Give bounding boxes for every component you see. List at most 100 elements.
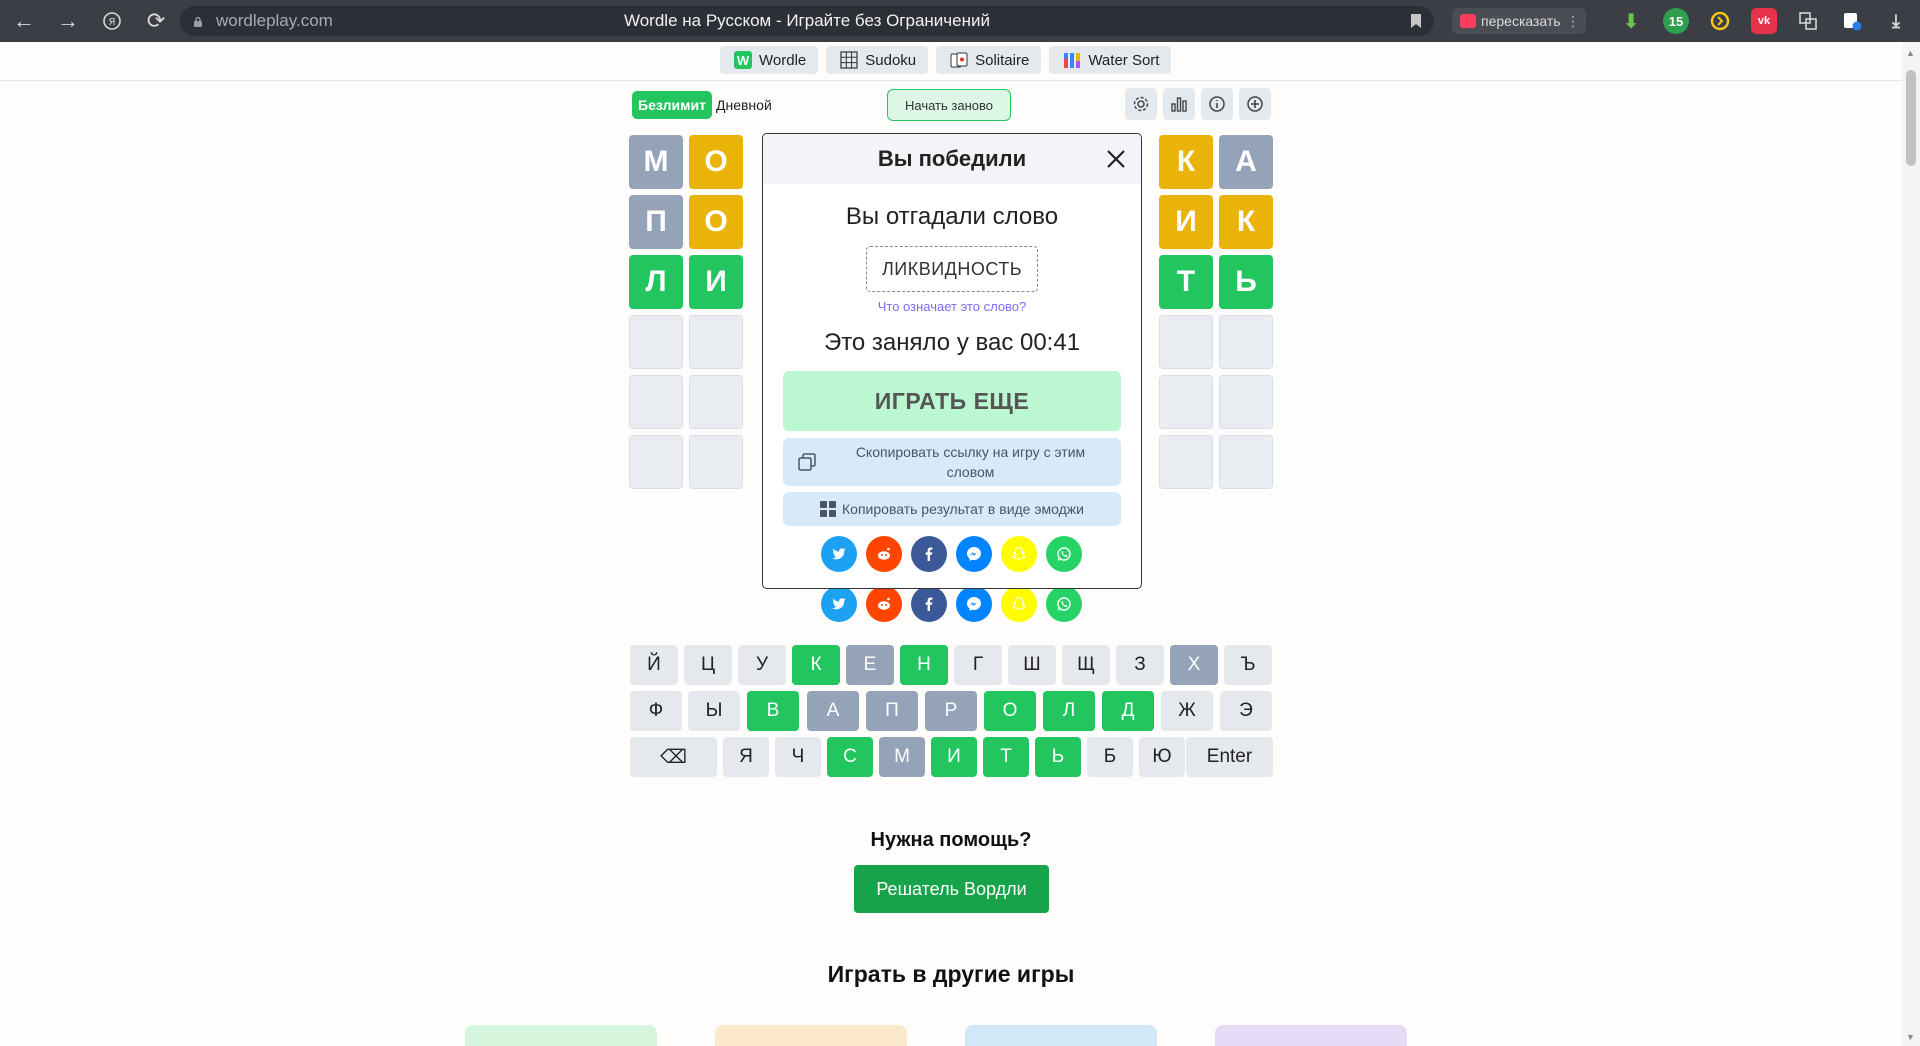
scroll-down-icon[interactable]: ▼ — [1906, 1032, 1915, 1042]
vk-extension-icon[interactable]: vk — [1751, 8, 1777, 34]
keyboard-key[interactable]: В — [747, 691, 799, 731]
keyboard-key[interactable]: Т — [983, 737, 1029, 777]
page-scrollbar[interactable]: ▲ ▼ — [1902, 42, 1920, 1046]
more-icon[interactable]: ⋮ — [1566, 13, 1580, 30]
keyboard-key[interactable]: Б — [1087, 737, 1133, 777]
badge-extension-icon[interactable]: 15 — [1663, 8, 1689, 34]
keyboard-key[interactable]: Х — [1170, 645, 1218, 685]
copy-icon — [797, 452, 817, 475]
chart-icon[interactable] — [1163, 88, 1195, 120]
copy-link-button[interactable]: Скопировать ссылку на игру с этим словом — [783, 438, 1121, 486]
meaning-link[interactable]: Что означает это слово? — [763, 299, 1141, 314]
messenger-icon[interactable] — [956, 536, 992, 572]
close-icon[interactable] — [1103, 146, 1129, 172]
keyboard-key[interactable]: Г — [954, 645, 1002, 685]
keyboard-key[interactable]: Ъ — [1224, 645, 1272, 685]
copy-link-label: Скопировать ссылку на игру с этим словом — [855, 444, 1086, 480]
keyboard-key[interactable]: Ф — [630, 691, 682, 731]
reload-icon[interactable]: ⟳ — [134, 0, 178, 42]
keyboard-key[interactable]: Е — [846, 645, 894, 685]
play-again-button[interactable]: ИГРАТЬ ЕЩЕ — [783, 371, 1121, 431]
keyboard-key[interactable]: З — [1116, 645, 1164, 685]
board-tile: Т — [1159, 255, 1213, 309]
url-text: wordleplay.com — [216, 11, 333, 30]
twitter-icon[interactable] — [821, 536, 857, 572]
tab-sudoku[interactable]: Sudoku — [826, 46, 929, 74]
backspace-key[interactable]: ⌫ — [630, 737, 717, 777]
keyboard-key[interactable]: К — [792, 645, 840, 685]
download-arrow-extension-icon[interactable]: ⬇ — [1618, 8, 1644, 34]
game-card[interactable] — [1215, 1025, 1407, 1046]
keyboard-key[interactable]: Щ — [1062, 645, 1110, 685]
keyboard-key[interactable]: С — [827, 737, 873, 777]
keyboard-key[interactable]: Ч — [775, 737, 821, 777]
divider — [0, 80, 1902, 81]
game-card[interactable] — [465, 1025, 657, 1046]
reddit-icon[interactable] — [866, 586, 902, 622]
copy-emoji-button[interactable]: Копировать результат в виде эмоджи — [783, 492, 1121, 526]
board-tile — [1159, 375, 1213, 429]
keyboard-key[interactable]: Й — [630, 645, 678, 685]
reddit-icon[interactable] — [866, 536, 902, 572]
answer-word: ЛИКВИДНОСТЬ — [866, 246, 1038, 292]
keyboard-key[interactable]: Ж — [1161, 691, 1213, 731]
keyboard-key[interactable]: А — [807, 691, 859, 731]
tab-wordle[interactable]: W Wordle — [720, 46, 819, 74]
facebook-icon[interactable] — [911, 586, 947, 622]
gear-icon[interactable] — [1125, 88, 1157, 120]
doc-extension-icon[interactable] — [1839, 8, 1865, 34]
snapchat-icon[interactable] — [1001, 586, 1037, 622]
whatsapp-icon[interactable] — [1046, 586, 1082, 622]
tab-water-sort[interactable]: Water Sort — [1049, 46, 1172, 74]
keyboard-key[interactable]: Н — [900, 645, 948, 685]
snapchat-icon[interactable] — [1001, 536, 1037, 572]
lock-icon — [192, 15, 204, 27]
facebook-icon[interactable] — [911, 536, 947, 572]
keyboard-key[interactable]: Ц — [684, 645, 732, 685]
mode-unlimited-button[interactable]: Безлимит — [632, 91, 712, 119]
keyboard-key[interactable]: Я — [723, 737, 769, 777]
info-icon[interactable] — [1201, 88, 1233, 120]
keyboard-key[interactable]: Ю — [1139, 737, 1185, 777]
forward-icon[interactable]: → — [46, 0, 90, 42]
game-card[interactable] — [965, 1025, 1157, 1046]
keyboard-key[interactable]: М — [879, 737, 925, 777]
scroll-thumb[interactable] — [1906, 70, 1916, 166]
coin-extension-icon[interactable] — [1707, 8, 1733, 34]
downloads-icon[interactable]: ⤓ — [1883, 8, 1909, 34]
modal-share-row — [821, 536, 1082, 572]
keyboard-key[interactable]: Л — [1043, 691, 1095, 731]
board-tile — [689, 435, 743, 489]
messenger-icon[interactable] — [956, 586, 992, 622]
plus-icon[interactable] — [1239, 88, 1271, 120]
address-bar[interactable]: wordleplay.com Wordle на Русском - Играй… — [180, 6, 1434, 36]
bookmark-icon[interactable] — [1410, 13, 1422, 34]
tab-solitaire[interactable]: Solitaire — [936, 46, 1042, 74]
solver-button[interactable]: Решатель Вордли — [854, 865, 1049, 913]
keyboard-key[interactable]: И — [931, 737, 977, 777]
keyboard-key[interactable]: Д — [1102, 691, 1154, 731]
twitter-icon[interactable] — [821, 586, 857, 622]
keyboard-key[interactable]: Ы — [688, 691, 740, 731]
keyboard-key[interactable]: П — [866, 691, 918, 731]
keyboard-key[interactable]: У — [738, 645, 786, 685]
keyboard-key[interactable]: Ш — [1008, 645, 1056, 685]
restart-button[interactable]: Начать заново — [887, 89, 1011, 121]
scroll-up-icon[interactable]: ▲ — [1906, 48, 1915, 58]
mode-daily-button[interactable]: Дневной — [716, 91, 772, 119]
keyboard-key[interactable]: Ь — [1035, 737, 1081, 777]
yandex-icon[interactable]: Я — [90, 0, 134, 42]
game-card[interactable] — [715, 1025, 907, 1046]
keyboard-key[interactable]: Р — [925, 691, 977, 731]
enter-key[interactable]: Enter — [1186, 737, 1273, 777]
board-tile: К — [1159, 135, 1213, 189]
wordle-logo-icon: W — [734, 51, 752, 69]
back-icon[interactable]: ← — [2, 0, 46, 42]
retell-button[interactable]: пересказать ⋮ — [1452, 8, 1586, 34]
board-tile — [689, 315, 743, 369]
whatsapp-icon[interactable] — [1046, 536, 1082, 572]
translate-extension-icon[interactable] — [1795, 8, 1821, 34]
keyboard-key[interactable]: О — [984, 691, 1036, 731]
tab-label: Solitaire — [975, 51, 1030, 69]
keyboard-key[interactable]: Э — [1220, 691, 1272, 731]
